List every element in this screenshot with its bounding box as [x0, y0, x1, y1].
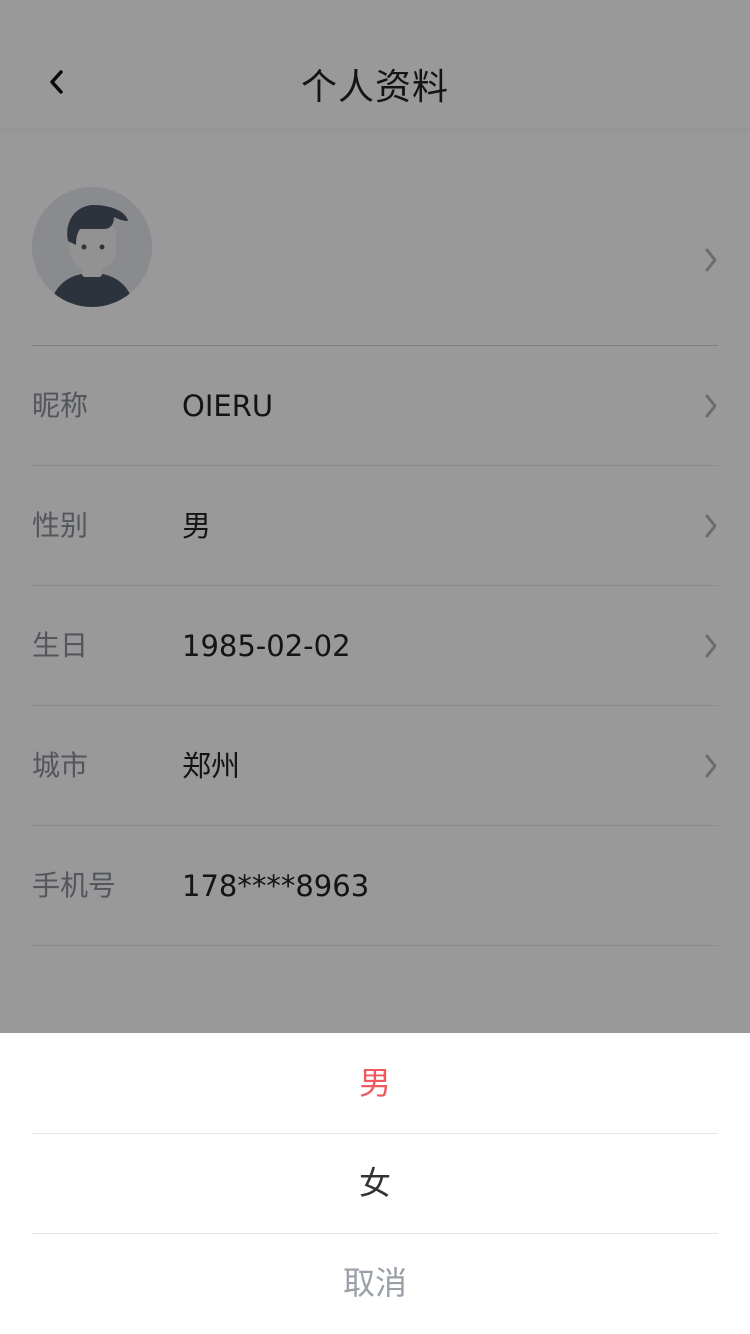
gender-action-sheet: 男 女 取消 [0, 1033, 750, 1334]
cancel-button[interactable]: 取消 [0, 1233, 750, 1333]
screen: 个人资料 昵称 OIERU 性别 男 生日 1985-02-02 城市 郑州 手… [0, 0, 750, 1334]
option-female[interactable]: 女 [0, 1133, 750, 1233]
option-male[interactable]: 男 [0, 1033, 750, 1133]
modal-overlay[interactable] [0, 0, 750, 1033]
